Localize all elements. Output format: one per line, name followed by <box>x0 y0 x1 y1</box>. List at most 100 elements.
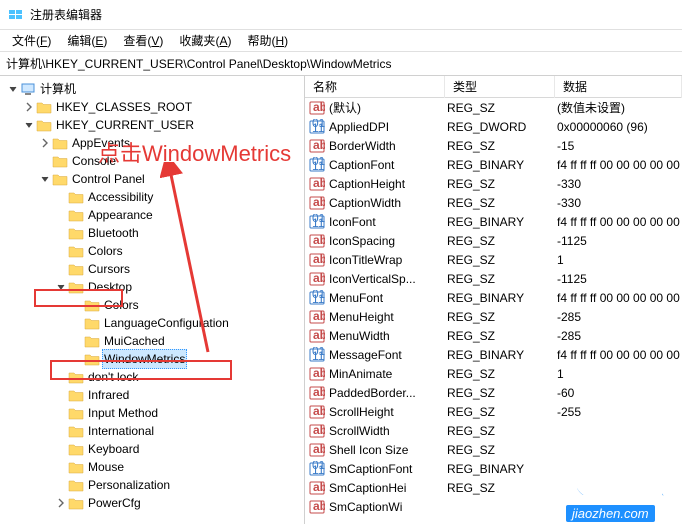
value-name: IconSpacing <box>329 234 447 248</box>
value-data: f4 ff ff ff 00 00 00 00 00 00 <box>557 348 682 362</box>
menu-view[interactable]: 查看(V) <box>115 30 171 51</box>
string-value-icon <box>309 328 325 344</box>
tree-item[interactable]: Control Panel <box>0 170 304 188</box>
list-row[interactable]: AppliedDPIREG_DWORD0x00000060 (96) <box>305 117 682 136</box>
list-row[interactable]: SmCaptionHeiREG_SZ <box>305 478 682 497</box>
tree-item[interactable]: HKEY_CLASSES_ROOT <box>0 98 304 116</box>
menu-favorites[interactable]: 收藏夹(A) <box>171 30 239 51</box>
list-row[interactable]: Shell Icon SizeREG_SZ <box>305 440 682 459</box>
tree-item[interactable]: Desktop <box>0 278 304 296</box>
twisty-none <box>70 298 84 312</box>
folder-icon <box>68 496 84 510</box>
chevron-down-icon[interactable] <box>54 280 68 294</box>
tree-item[interactable]: Bluetooth <box>0 224 304 242</box>
menu-help[interactable]: 帮助(H) <box>239 30 296 51</box>
tree-item[interactable]: 计算机 <box>0 80 304 98</box>
tree-item[interactable]: Input Method <box>0 404 304 422</box>
twisty-none <box>54 478 68 492</box>
list-pane[interactable]: 名称 类型 数据 (默认)REG_SZ(数值未设置)AppliedDPIREG_… <box>305 76 682 524</box>
col-header-type[interactable]: 类型 <box>445 76 555 98</box>
menu-edit[interactable]: 编辑(E) <box>59 30 115 51</box>
tree-item-label: Appearance <box>88 206 153 224</box>
tree-item-label: HKEY_CLASSES_ROOT <box>56 98 192 116</box>
tree-item[interactable]: Appearance <box>0 206 304 224</box>
list-row[interactable]: MenuWidthREG_SZ-285 <box>305 326 682 345</box>
string-value-icon <box>309 366 325 382</box>
value-type: REG_SZ <box>447 424 557 438</box>
list-row[interactable]: CaptionHeightREG_SZ-330 <box>305 174 682 193</box>
tree-item[interactable]: Keyboard <box>0 440 304 458</box>
list-row[interactable]: MessageFontREG_BINARYf4 ff ff ff 00 00 0… <box>305 345 682 364</box>
tree-item[interactable]: Infrared <box>0 386 304 404</box>
tree-item-label: WindowMetrics <box>102 349 187 369</box>
col-header-data[interactable]: 数据 <box>555 76 682 98</box>
menu-file[interactable]: 文件(F) <box>4 30 59 51</box>
tree-item[interactable]: Cursors <box>0 260 304 278</box>
tree-item[interactable]: don't lock <box>0 368 304 386</box>
value-type: REG_BINARY <box>447 291 557 305</box>
list-row[interactable]: ScrollWidthREG_SZ <box>305 421 682 440</box>
twisty-none <box>70 352 84 366</box>
tree-item[interactable]: Colors <box>0 296 304 314</box>
tree-item-label: Control Panel <box>72 170 145 188</box>
chevron-down-icon[interactable] <box>38 172 52 186</box>
binary-value-icon <box>309 214 325 230</box>
folder-icon <box>84 334 100 348</box>
tree-item[interactable]: PowerCfg <box>0 494 304 512</box>
string-value-icon <box>309 233 325 249</box>
tree-item[interactable]: Mouse <box>0 458 304 476</box>
list-row[interactable]: CaptionFontREG_BINARYf4 ff ff ff 00 00 0… <box>305 155 682 174</box>
list-row[interactable]: PaddedBorder...REG_SZ-60 <box>305 383 682 402</box>
list-row[interactable]: IconFontREG_BINARYf4 ff ff ff 00 00 00 0… <box>305 212 682 231</box>
value-type: REG_SZ <box>447 139 557 153</box>
tree-item-label: Cursors <box>88 260 130 278</box>
list-row[interactable]: MenuFontREG_BINARYf4 ff ff ff 00 00 00 0… <box>305 288 682 307</box>
chevron-down-icon[interactable] <box>6 82 20 96</box>
string-value-icon <box>309 195 325 211</box>
list-row[interactable]: (默认)REG_SZ(数值未设置) <box>305 98 682 117</box>
folder-icon <box>52 172 68 186</box>
list-row[interactable]: ScrollHeightREG_SZ-255 <box>305 402 682 421</box>
list-row[interactable]: SmCaptionFontREG_BINARY <box>305 459 682 478</box>
tree-item-label: Keyboard <box>88 440 139 458</box>
value-name: BorderWidth <box>329 139 447 153</box>
twisty-none <box>54 442 68 456</box>
folder-icon <box>68 190 84 204</box>
chevron-right-icon[interactable] <box>38 136 52 150</box>
value-data: -1125 <box>557 234 682 248</box>
value-type: REG_BINARY <box>447 215 557 229</box>
list-row[interactable]: MinAnimateREG_SZ1 <box>305 364 682 383</box>
tree-item-label: 计算机 <box>40 80 76 98</box>
tree-item[interactable]: International <box>0 422 304 440</box>
list-row[interactable]: BorderWidthREG_SZ-15 <box>305 136 682 155</box>
list-row[interactable]: IconVerticalSp...REG_SZ-1125 <box>305 269 682 288</box>
list-row[interactable]: MenuHeightREG_SZ-285 <box>305 307 682 326</box>
tree-item[interactable]: WindowMetrics <box>0 350 304 368</box>
tree-item[interactable]: LanguageConfiguration <box>0 314 304 332</box>
tree-item[interactable]: Colors <box>0 242 304 260</box>
tree-item[interactable]: Console <box>0 152 304 170</box>
chevron-right-icon[interactable] <box>54 496 68 510</box>
list-row[interactable]: CaptionWidthREG_SZ-330 <box>305 193 682 212</box>
list-row[interactable]: SmCaptionWi <box>305 497 682 516</box>
titlebar: 注册表编辑器 <box>0 0 682 30</box>
list-row[interactable]: IconSpacingREG_SZ-1125 <box>305 231 682 250</box>
col-header-name[interactable]: 名称 <box>305 76 445 98</box>
value-name: IconTitleWrap <box>329 253 447 267</box>
tree-item[interactable]: Personalization <box>0 476 304 494</box>
chevron-down-icon[interactable] <box>22 118 36 132</box>
value-data: -285 <box>557 310 682 324</box>
tree-item[interactable]: AppEvents <box>0 134 304 152</box>
twisty-none <box>54 226 68 240</box>
list-header: 名称 类型 数据 <box>305 76 682 98</box>
tree-pane[interactable]: 计算机HKEY_CLASSES_ROOTHKEY_CURRENT_USERApp… <box>0 76 305 524</box>
addressbar[interactable]: 计算机\HKEY_CURRENT_USER\Control Panel\Desk… <box>0 52 682 76</box>
tree-item[interactable]: MuiCached <box>0 332 304 350</box>
folder-icon <box>68 370 84 384</box>
value-name: SmCaptionFont <box>329 462 447 476</box>
list-row[interactable]: IconTitleWrapREG_SZ1 <box>305 250 682 269</box>
tree-item[interactable]: HKEY_CURRENT_USER <box>0 116 304 134</box>
value-type: REG_SZ <box>447 272 557 286</box>
tree-item[interactable]: Accessibility <box>0 188 304 206</box>
chevron-right-icon[interactable] <box>22 100 36 114</box>
